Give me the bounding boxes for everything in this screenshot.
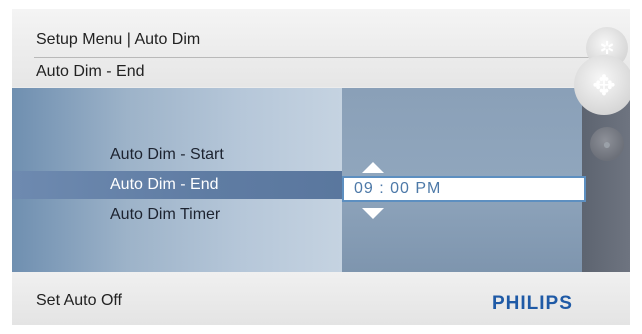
brand-logo: PHILIPS: [492, 293, 573, 314]
menu-item-auto-dim-end[interactable]: Auto Dim - End: [110, 176, 218, 194]
footer-hint: Set Auto Off: [36, 292, 122, 309]
header: Setup Menu | Auto Dim Auto Dim - End: [12, 9, 630, 87]
device-screen: Setup Menu | Auto Dim Auto Dim - End Aut…: [12, 9, 630, 325]
side-edge: [582, 88, 630, 272]
increase-arrow-icon[interactable]: [362, 162, 384, 173]
menu-item-auto-dim-timer[interactable]: Auto Dim Timer: [110, 206, 220, 224]
page-subtitle: Auto Dim - End: [36, 63, 145, 80]
decrease-arrow-icon[interactable]: [362, 208, 384, 219]
menu-item-auto-dim-start[interactable]: Auto Dim - Start: [110, 146, 224, 164]
page-title: Setup Menu | Auto Dim: [36, 31, 201, 48]
back-dial-icon[interactable]: ●: [590, 127, 624, 161]
main-panel: Auto Dim - Start Auto Dim - End Auto Dim…: [12, 88, 630, 272]
time-input[interactable]: 09 : 00 PM: [342, 176, 586, 202]
navigation-dial-icon[interactable]: ✥: [574, 55, 630, 115]
header-divider: [34, 57, 604, 58]
footer: Set Auto Off PHILIPS: [12, 272, 630, 325]
